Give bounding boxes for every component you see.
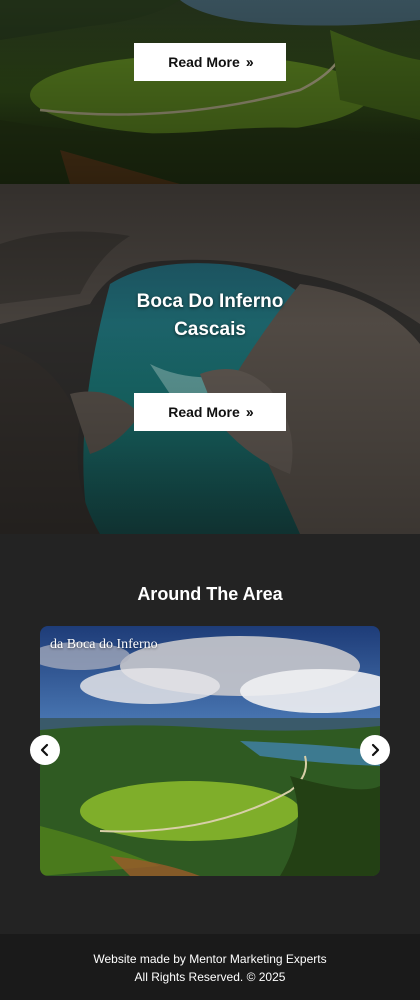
carousel-slide[interactable]: da Boca do Inferno	[40, 626, 380, 876]
boca-do-inferno-image	[0, 184, 420, 534]
read-more-button[interactable]: Read More ››	[134, 43, 286, 81]
chevron-left-icon	[40, 743, 49, 757]
double-chevron-right-icon: ››	[245, 403, 254, 421]
hero-boca-section: Boca Do Inferno Cascais Read More ››	[0, 184, 420, 534]
hero-crater-section: Read More ››	[0, 0, 420, 184]
slide-caption: da Boca do Inferno	[50, 637, 158, 652]
around-the-area-section: Around The Area da Boca do Inferno	[0, 534, 420, 934]
around-title: Around The Area	[137, 584, 283, 604]
boca-title-line2: Cascais	[174, 319, 246, 340]
boca-title-line1: Boca Do Inferno	[136, 291, 284, 312]
chevron-right-icon	[371, 743, 380, 757]
read-more-label: Read More	[168, 54, 240, 70]
crater-landscape-image	[0, 0, 420, 184]
carousel-prev-button[interactable]	[30, 735, 60, 765]
double-chevron-right-icon: ››	[245, 53, 254, 71]
boca-title: Boca Do Inferno Cascais	[0, 288, 420, 344]
carousel-next-button[interactable]	[360, 735, 390, 765]
site-footer: Website made by Mentor Marketing Experts…	[0, 934, 420, 1000]
crater-lake-image	[40, 626, 380, 876]
footer-credit: Website made by Mentor Marketing Experts	[93, 952, 327, 966]
read-more-boca-label: Read More	[168, 404, 240, 420]
read-more-boca-button[interactable]: Read More ››	[134, 393, 286, 431]
footer-copyright: All Rights Reserved. © 2025	[134, 970, 286, 984]
